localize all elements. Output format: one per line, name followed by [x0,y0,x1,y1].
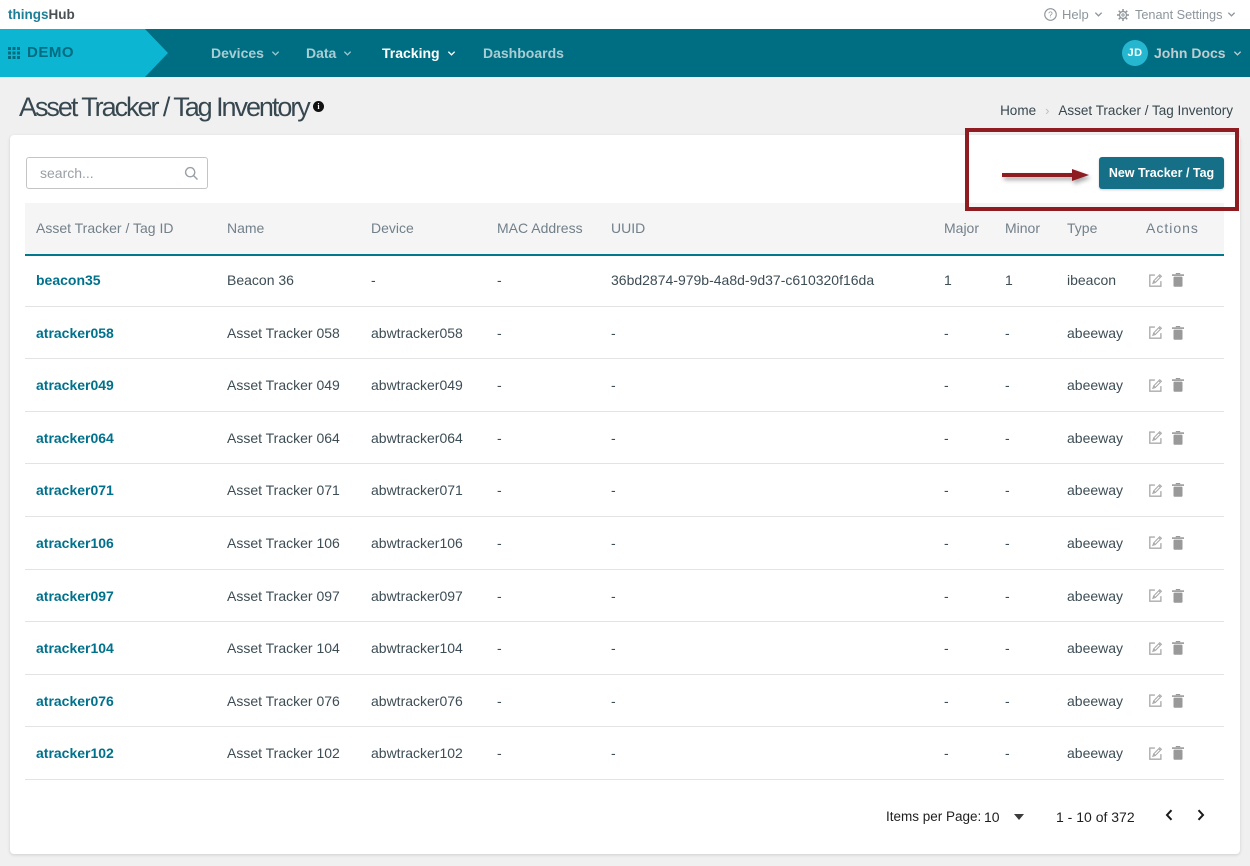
svg-text:?: ? [1048,9,1053,19]
